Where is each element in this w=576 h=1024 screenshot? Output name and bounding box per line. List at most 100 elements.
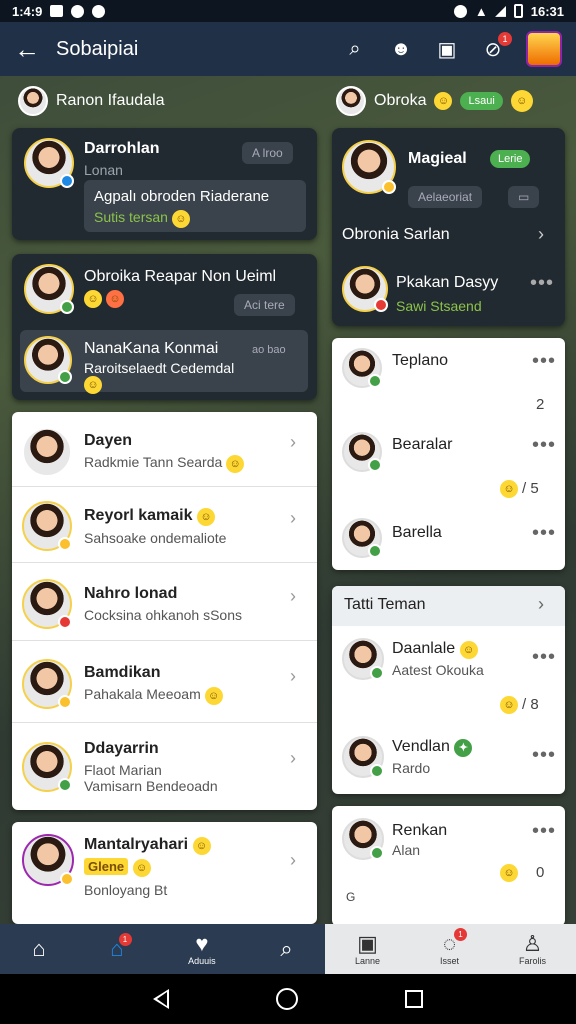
signal-icon: ◢ <box>495 3 506 18</box>
nav-search[interactable]: ⌕ <box>280 937 292 961</box>
contact-sub: Pahakala Meeoam <box>84 685 201 702</box>
list-item[interactable]: Ddayarrin Flaot Marian Vamisarn Bendeoad… <box>22 734 307 800</box>
back-arrow-icon[interactable]: ← <box>14 34 48 65</box>
status-dot <box>370 666 384 680</box>
notification-badge: 1 <box>498 32 512 46</box>
contact-name: Ddayarrin <box>84 740 159 757</box>
copy-icon[interactable]: ▭ <box>508 186 540 208</box>
chevron-right-icon[interactable]: › <box>290 586 296 607</box>
heart-icon: ♥ <box>195 931 209 956</box>
divider <box>12 486 317 487</box>
contact-name: Barella <box>392 524 442 541</box>
page-title: Sobaipiai <box>56 37 139 60</box>
nav-profile[interactable]: ♙ Farolis <box>519 932 546 967</box>
time-label: ao bao <box>252 344 286 356</box>
divider <box>12 562 317 563</box>
contact-sub: Radkmie Tann Searda <box>84 453 223 470</box>
list-item[interactable]: Bamdikan Pahakala Meeoam ☺ <box>22 654 307 714</box>
group-card[interactable]: Magieal Lerie Aelaeoriat ▭ Obronia Sarla… <box>332 128 565 326</box>
status-dot <box>58 615 72 629</box>
chevron-right-icon[interactable]: › <box>290 508 296 529</box>
friend-card[interactable]: Mantalryahari ☺ Glene ☺ Bonloyang Bt › <box>12 822 317 924</box>
bottom-navigation: ⌂ ⌂ 1 ♥ Aduuis ⌕ ▣ Lanne ◌ 1 Isset ♙ Farolis <box>0 924 576 974</box>
emoji-icon: ☺ <box>226 454 245 473</box>
status-dot <box>370 764 384 778</box>
chevron-right-icon[interactable]: › <box>538 224 544 245</box>
chevron-right-icon[interactable]: › <box>290 748 296 769</box>
friend-card[interactable]: Renkan Alan ••• ☺ 0 G <box>332 806 565 926</box>
nav-isset[interactable]: ◌ 1 Isset <box>440 928 467 966</box>
letter-label: G <box>346 890 356 904</box>
avatar <box>18 86 48 116</box>
status-pill: Lsaui <box>460 92 503 110</box>
chevron-right-icon[interactable]: › <box>290 666 296 687</box>
story-strip-right[interactable]: Obroka ☺ Lsaui ☺ <box>336 84 533 118</box>
status-dot <box>58 695 72 709</box>
more-options-icon[interactable]: ••• <box>532 434 556 457</box>
link-icon[interactable]: ⊘ 1 <box>480 32 512 62</box>
emoji-icon: ☺ <box>132 859 151 877</box>
count: 2 <box>536 396 545 413</box>
chat-card[interactable]: Darrohlan Lonan A lroo Agpalı obroden Ri… <box>12 128 317 240</box>
more-options-icon[interactable]: ••• <box>532 820 556 843</box>
contact-name: Mantalryahari <box>84 836 189 853</box>
more-options-icon[interactable]: ••• <box>532 646 556 669</box>
chat-icon[interactable]: ☻ <box>388 36 414 62</box>
divider <box>12 640 317 641</box>
more-options-icon[interactable]: ••• <box>530 272 554 295</box>
emoji-icon: ☺ <box>500 864 518 882</box>
status-clock: 16:31 <box>530 3 564 19</box>
contact-name: Daanlale <box>392 640 456 657</box>
system-home-icon[interactable] <box>275 988 298 1010</box>
list-item[interactable]: Dayen Radkmie Tann Searda ☺ <box>22 422 307 482</box>
contact-name: Magieal <box>408 150 467 167</box>
contact-sub: Raroitselaedt Cedemdal <box>84 360 235 376</box>
avatar <box>24 264 74 314</box>
count: 0 <box>536 864 545 881</box>
chevron-right-icon[interactable]: › <box>538 594 544 615</box>
emoji-icon: ☺ <box>192 837 211 855</box>
status-bar: 1:4:9 ▲ ◢ 16:31 <box>0 0 576 22</box>
status-pill: Lerie <box>490 150 531 168</box>
message-status: Sutis tersan <box>94 209 168 225</box>
list-item[interactable]: Reyorl kamaik ☺ Sahsoake ondemaliote <box>22 496 307 556</box>
avatar <box>342 266 388 312</box>
profile-avatar[interactable] <box>526 31 562 67</box>
more-options-icon[interactable]: ••• <box>532 522 556 545</box>
nav-home-active[interactable]: ⌂ 1 <box>110 933 132 961</box>
chevron-right-icon[interactable]: › <box>290 850 296 871</box>
chevron-right-icon[interactable]: › <box>290 432 296 453</box>
emoji-icon: ☺ <box>171 210 190 228</box>
avatar <box>24 336 72 384</box>
avatar <box>342 140 396 194</box>
more-options-icon[interactable]: ••• <box>532 744 556 767</box>
nav-friends[interactable]: ♥ Aduuis <box>188 931 216 967</box>
gallery-icon[interactable]: ▣ <box>434 36 460 62</box>
nav-lanne[interactable]: ▣ Lanne <box>355 932 380 967</box>
list-item[interactable]: Nahro lonad Cocksina ohkanoh sSons <box>22 574 307 634</box>
chat-group-card[interactable]: Obroika Reapar Non Ueiml ☺ ☺ Aci tere Na… <box>12 254 317 400</box>
smile-emoji-icon: ☺ <box>510 90 533 112</box>
system-recents-icon[interactable] <box>404 990 423 1008</box>
mail-icon <box>50 5 64 17</box>
chip: Aelaeoriat <box>408 186 483 208</box>
story-strip-left[interactable]: Ranon Ifaudala <box>18 84 165 118</box>
avatar <box>342 736 384 778</box>
avatar <box>342 818 384 860</box>
star-icon: ✦ <box>454 739 473 757</box>
nav-home[interactable]: ⌂ <box>32 937 45 961</box>
contact-sub: Cocksina ohkanoh sSons <box>84 607 242 623</box>
nav-label: Aduuis <box>188 956 216 966</box>
contact-sub: Aatest Okouka <box>392 662 484 678</box>
avatar <box>342 518 382 558</box>
search-icon[interactable]: ⌕ <box>342 36 368 62</box>
emoji-icon: ☺ <box>459 641 478 659</box>
smile-emoji-icon: ☺ <box>434 92 453 110</box>
more-options-icon[interactable]: ••• <box>532 350 556 373</box>
avatar <box>342 432 382 472</box>
system-back-icon[interactable] <box>153 989 170 1009</box>
emoji-icon: ☺ <box>500 480 518 498</box>
strip-name: Obroka <box>374 92 427 109</box>
avatar <box>22 659 72 709</box>
contact-name: Pkakan Dasyy <box>396 274 499 291</box>
